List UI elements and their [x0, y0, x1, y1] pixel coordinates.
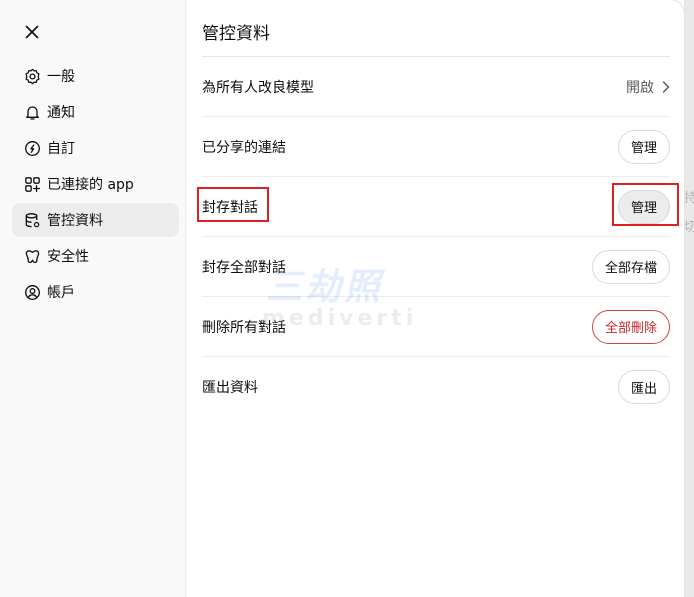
- row-label: 為所有人改良模型: [202, 79, 314, 96]
- row-label: 已分享的連結: [202, 139, 286, 156]
- row-improve-model: 為所有人改良模型 開啟: [202, 57, 670, 117]
- row-label: 刪除所有對話: [202, 319, 286, 336]
- backdrop: 持 切: [684, 0, 694, 597]
- security-icon: [23, 247, 41, 265]
- sidebar-item-general[interactable]: 一般: [12, 59, 179, 93]
- personalize-icon: [23, 139, 41, 157]
- row-shared-links: 已分享的連結 管理: [202, 117, 670, 177]
- row-delete-all-chats: 刪除所有對話 全部刪除: [202, 297, 670, 357]
- sidebar-item-label: 管控資料: [47, 213, 103, 229]
- setting-value: 開啟: [626, 79, 654, 96]
- row-label: 封存對話: [202, 199, 258, 216]
- account-icon: [23, 283, 41, 301]
- sidebar-item-connected-apps[interactable]: 已連接的 app: [12, 167, 179, 201]
- close-button[interactable]: [20, 20, 44, 44]
- sidebar-item-label: 自訂: [47, 141, 75, 157]
- close-icon: [25, 25, 39, 39]
- sidebar-item-data-controls[interactable]: 管控資料: [12, 203, 179, 237]
- manage-shared-links-button[interactable]: 管理: [617, 129, 670, 164]
- row-archive-all-chats: 封存全部對話 全部存檔: [202, 237, 670, 297]
- backdrop-ghost-text: 切: [684, 220, 694, 235]
- settings-sidebar: 一般 通知 自訂 已連接的 app 管控資料 安全性 帳戶: [0, 0, 186, 597]
- page-title: 管控資料: [202, 24, 270, 44]
- row-archived-chats: 封存對話 管理: [202, 177, 670, 237]
- improve-model-setting[interactable]: 開啟: [626, 77, 670, 97]
- chevron-right-icon: [662, 80, 670, 93]
- connected-apps-icon: [23, 175, 41, 193]
- sidebar-item-label: 帳戶: [47, 285, 75, 301]
- sidebar-item-account[interactable]: 帳戶: [12, 275, 179, 309]
- sidebar-item-security[interactable]: 安全性: [12, 239, 179, 273]
- sidebar-item-notifications[interactable]: 通知: [12, 95, 179, 129]
- sidebar-item-label: 已連接的 app: [47, 177, 134, 193]
- sidebar-item-label: 安全性: [47, 249, 89, 265]
- settings-modal: 一般 通知 自訂 已連接的 app 管控資料 安全性 帳戶 管控資料 為所有人改…: [0, 0, 684, 597]
- row-label: 封存全部對話: [202, 259, 286, 276]
- sidebar-item-personalization[interactable]: 自訂: [12, 131, 179, 165]
- gear-icon: [23, 67, 41, 85]
- delete-all-button[interactable]: 全部刪除: [591, 309, 670, 344]
- sidebar-item-label: 一般: [47, 69, 75, 85]
- row-export-data: 匯出資料 匯出: [202, 357, 670, 417]
- manage-archived-chats-button[interactable]: 管理: [617, 189, 670, 224]
- row-label: 匯出資料: [202, 380, 258, 396]
- database-icon: [23, 211, 41, 229]
- backdrop-ghost-text: 持: [684, 191, 694, 206]
- export-button[interactable]: 匯出: [617, 370, 670, 404]
- bell-icon: [23, 103, 41, 121]
- archive-all-button[interactable]: 全部存檔: [591, 249, 670, 284]
- sidebar-item-label: 通知: [47, 105, 75, 121]
- settings-nav: 一般 通知 自訂 已連接的 app 管控資料 安全性 帳戶: [12, 59, 179, 311]
- data-controls-panel: 管控資料 為所有人改良模型 開啟 已分享的連結 管理 封存對話 管理 封存全部對…: [186, 0, 684, 597]
